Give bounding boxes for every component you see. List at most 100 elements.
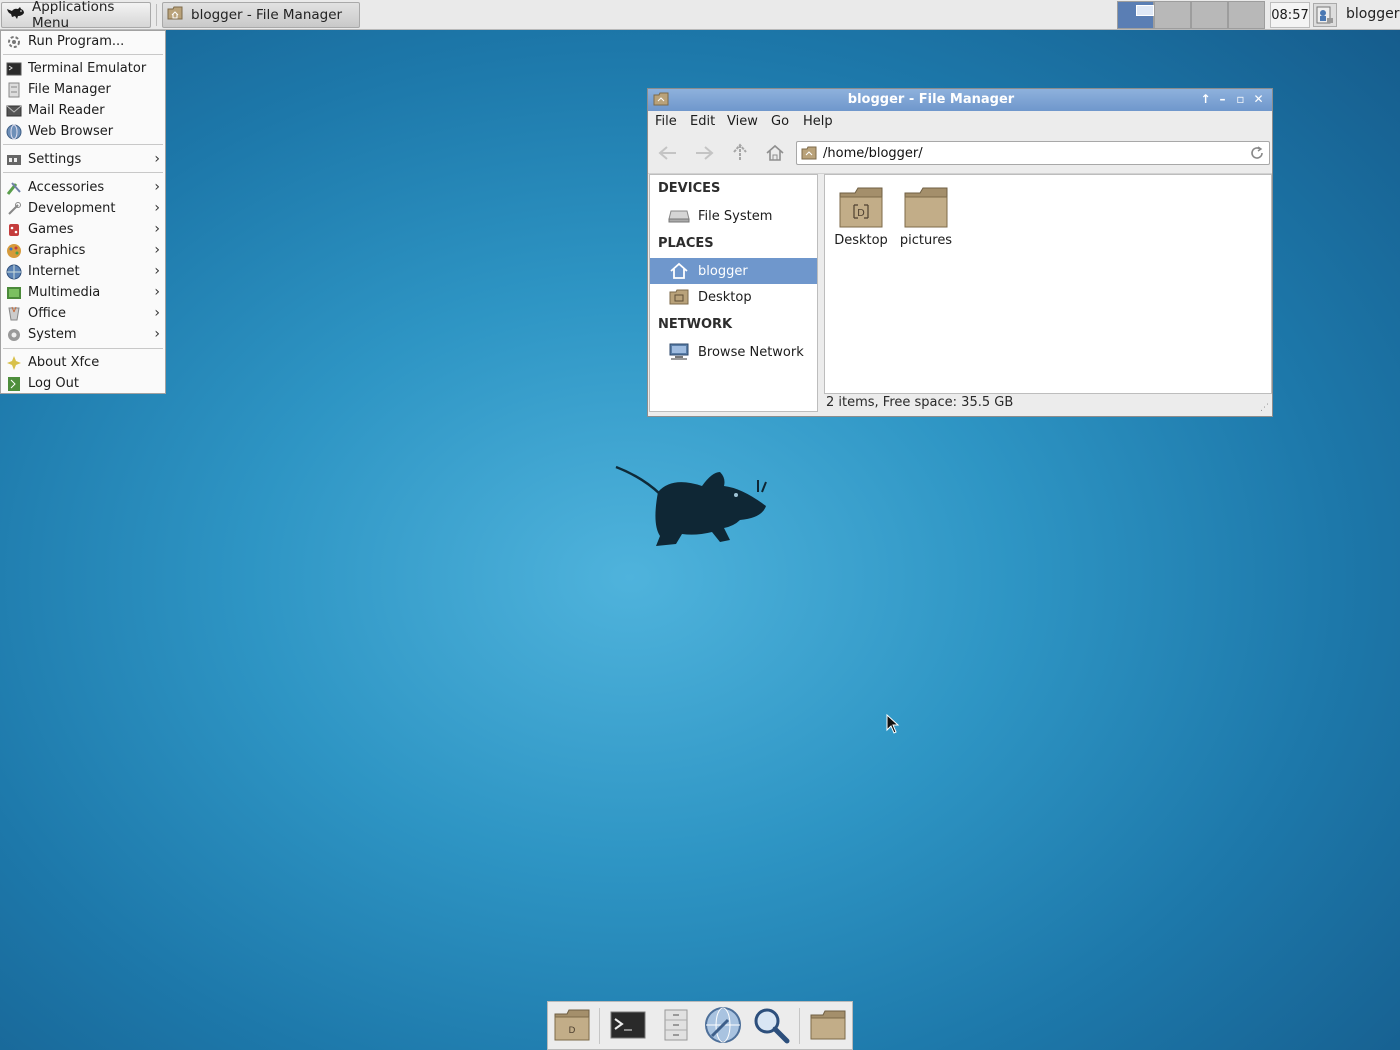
chevron-right-icon: › <box>154 305 160 321</box>
desktop-folder-icon: D <box>837 185 885 229</box>
minimize-window-icon[interactable]: – <box>1215 92 1230 107</box>
menu-item-label: Terminal Emulator <box>28 61 147 76</box>
hard-drive-icon <box>668 207 690 225</box>
top-panel: Applications Menu blogger - File Manager… <box>0 0 1400 31</box>
menubar: File Edit View Go Help <box>648 111 1272 133</box>
taskbar-file-manager-button[interactable]: blogger - File Manager <box>162 2 360 28</box>
up-arrow-icon[interactable] <box>727 141 753 165</box>
menu-item-label: Mail Reader <box>28 103 105 118</box>
menu-item-label: About Xfce <box>28 355 100 370</box>
applications-menu-button[interactable]: Applications Menu <box>1 0 151 31</box>
chevron-right-icon: › <box>154 200 160 216</box>
side-item-file-system[interactable]: File System <box>650 203 817 229</box>
back-arrow-icon[interactable] <box>655 141 681 165</box>
menu-item-system[interactable]: System › <box>2 324 164 345</box>
menu-file[interactable]: File <box>655 114 677 129</box>
menu-item-log-out[interactable]: Log Out <box>2 373 164 394</box>
workspace-2[interactable] <box>1154 1 1191 29</box>
menu-help[interactable]: Help <box>803 114 833 129</box>
side-item-desktop[interactable]: Desktop <box>650 284 817 310</box>
menu-item-office[interactable]: Office › <box>2 303 164 324</box>
workspace-4[interactable] <box>1228 1 1265 29</box>
menu-item-label: Run Program... <box>28 34 125 49</box>
menu-view[interactable]: View <box>727 114 758 129</box>
pane-resize-handle[interactable] <box>819 174 823 412</box>
svg-text:D: D <box>857 208 865 219</box>
dock-terminal-launcher[interactable] <box>608 1008 648 1046</box>
dock-web-browser-launcher[interactable] <box>703 1007 743 1046</box>
terminal-icon <box>6 61 22 77</box>
window-titlebar[interactable]: blogger - File Manager ↑ – ▫ ✕ <box>648 89 1272 111</box>
home-folder-icon <box>801 146 817 160</box>
side-item-label: blogger <box>698 263 748 279</box>
desktop-folder-icon <box>668 288 690 306</box>
devices-heading: DEVICES <box>658 181 721 196</box>
menu-item-terminal-emulator[interactable]: Terminal Emulator <box>2 58 164 79</box>
maximize-window-icon[interactable]: ▫ <box>1233 92 1248 107</box>
side-item-browse-network[interactable]: Browse Network <box>650 339 817 365</box>
location-input[interactable] <box>821 144 1245 162</box>
dock-separator <box>599 1008 600 1044</box>
menu-item-label: Games <box>28 222 74 237</box>
menu-item-settings[interactable]: Settings › <box>2 149 164 170</box>
multimedia-icon <box>6 285 22 301</box>
bottom-dock: D <box>547 1001 853 1050</box>
terminal-icon <box>610 1011 646 1043</box>
menu-item-development[interactable]: Development › <box>2 198 164 219</box>
home-folder-icon <box>167 6 183 24</box>
toolbar <box>648 133 1272 174</box>
forward-arrow-icon[interactable] <box>691 141 717 165</box>
office-icon <box>6 306 22 322</box>
user-session-icon[interactable] <box>1313 3 1337 27</box>
menu-item-mail-reader[interactable]: Mail Reader <box>2 100 164 121</box>
clock[interactable]: 08:57 <box>1270 2 1310 28</box>
reload-icon[interactable] <box>1249 145 1265 165</box>
chevron-right-icon: › <box>154 263 160 279</box>
file-item-label: Desktop <box>834 233 888 248</box>
dock-folder-launcher[interactable] <box>808 1008 848 1046</box>
menu-item-label: Multimedia <box>28 285 101 300</box>
about-icon <box>6 355 22 371</box>
games-icon <box>6 222 22 238</box>
menu-edit[interactable]: Edit <box>690 114 715 129</box>
menu-item-file-manager[interactable]: File Manager <box>2 79 164 100</box>
shade-window-icon[interactable]: ↑ <box>1198 92 1213 107</box>
dock-home-folder-launcher[interactable]: D <box>552 1008 592 1046</box>
system-icon <box>6 327 22 343</box>
workspace-3[interactable] <box>1191 1 1228 29</box>
menu-item-label: Log Out <box>28 376 79 391</box>
menu-item-internet[interactable]: Internet › <box>2 261 164 282</box>
side-item-home[interactable]: blogger <box>650 258 817 284</box>
menu-item-label: Accessories <box>28 180 105 195</box>
dock-file-manager-launcher[interactable] <box>656 1008 696 1046</box>
file-item-desktop[interactable]: D Desktop <box>828 185 894 248</box>
applications-menu-label: Applications Menu <box>32 0 115 31</box>
window-title: blogger - File Manager <box>847 92 1015 107</box>
settings-icon <box>6 152 22 168</box>
accessories-icon <box>6 180 22 196</box>
folder-icon <box>809 1009 847 1045</box>
workspace-1[interactable] <box>1117 1 1154 29</box>
menu-item-run-program[interactable]: Run Program... <box>2 31 164 52</box>
menu-item-graphics[interactable]: Graphics › <box>2 240 164 261</box>
workspace-switcher[interactable] <box>1117 1 1265 29</box>
menu-go[interactable]: Go <box>771 114 789 129</box>
close-window-icon[interactable]: ✕ <box>1251 92 1266 107</box>
menu-item-web-browser[interactable]: Web Browser <box>2 121 164 142</box>
mail-icon <box>6 103 22 119</box>
home-icon[interactable] <box>762 141 788 165</box>
menu-item-multimedia[interactable]: Multimedia › <box>2 282 164 303</box>
menu-separator <box>3 348 163 349</box>
menu-item-games[interactable]: Games › <box>2 219 164 240</box>
menu-item-accessories[interactable]: Accessories › <box>2 177 164 198</box>
file-item-pictures[interactable]: pictures <box>893 185 959 248</box>
user-name[interactable]: blogger <box>1346 6 1399 22</box>
menu-item-label: Internet <box>28 264 80 279</box>
dock-search-launcher[interactable] <box>751 1008 791 1046</box>
menu-item-about-xfce[interactable]: About Xfce <box>2 352 164 373</box>
file-icon-view[interactable]: D Desktop pictures <box>824 174 1272 394</box>
location-bar[interactable] <box>796 141 1270 165</box>
file-item-label: pictures <box>899 233 953 248</box>
resize-grip-icon[interactable]: ⋰ <box>1260 403 1269 413</box>
chevron-right-icon: › <box>154 179 160 195</box>
